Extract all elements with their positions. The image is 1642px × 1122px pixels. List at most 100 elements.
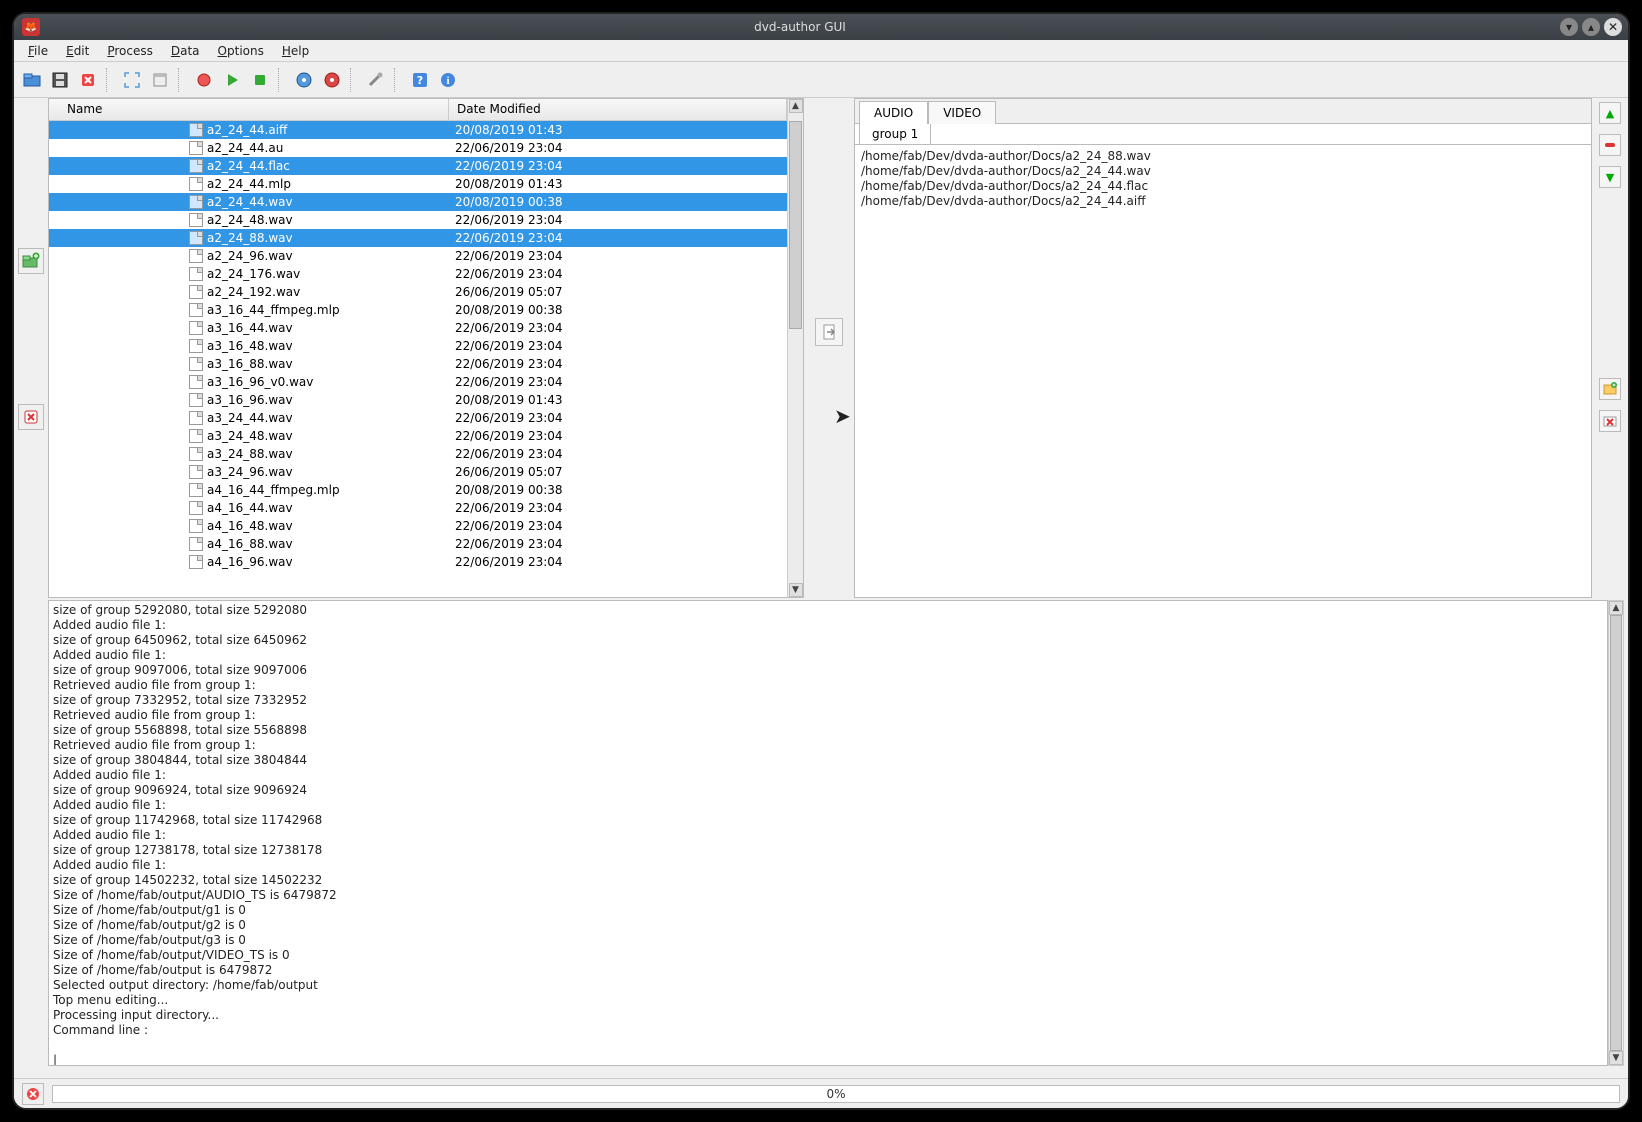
scroll-down-icon[interactable]: ▼ — [789, 583, 803, 597]
file-row[interactable]: a2_24_44.wav20/08/2019 00:38 — [49, 193, 787, 211]
file-row[interactable]: a3_16_96.wav20/08/2019 01:43 — [49, 391, 787, 409]
info-icon[interactable]: i — [436, 68, 460, 92]
file-name: a3_16_44.wav — [207, 321, 293, 335]
group-box: AUDIO VIDEO group 1 /home/fab/Dev/dvda-a… — [854, 98, 1592, 598]
file-row[interactable]: a4_16_96.wav22/06/2019 23:04 — [49, 553, 787, 571]
log-scroll-down-icon[interactable]: ▼ — [1609, 1051, 1623, 1065]
file-row[interactable]: a3_16_88.wav22/06/2019 23:04 — [49, 355, 787, 373]
stop-icon[interactable] — [248, 68, 272, 92]
file-row[interactable]: a3_16_96_v0.wav22/06/2019 23:04 — [49, 373, 787, 391]
minimize-button[interactable]: ▾ — [1560, 18, 1578, 36]
log-line: Retrieved audio file from group 1: — [53, 738, 1603, 753]
menu-edit[interactable]: Edit — [58, 42, 97, 60]
group-file-item[interactable]: /home/fab/Dev/dvda-author/Docs/a2_24_44.… — [861, 194, 1585, 209]
group-file-item[interactable]: /home/fab/Dev/dvda-author/Docs/a2_24_44.… — [861, 164, 1585, 179]
disc-red-icon[interactable] — [320, 68, 344, 92]
save-icon[interactable] — [48, 68, 72, 92]
move-down-button[interactable]: ▼ — [1599, 166, 1621, 188]
play-icon[interactable] — [220, 68, 244, 92]
file-row[interactable]: a2_24_44.mlp20/08/2019 01:43 — [49, 175, 787, 193]
log-scroll-up-icon[interactable]: ▲ — [1609, 601, 1623, 615]
tab-group-1[interactable]: group 1 — [859, 123, 931, 144]
file-row[interactable]: a4_16_44_ffmpeg.mlp20/08/2019 00:38 — [49, 481, 787, 499]
file-icon — [189, 249, 203, 263]
log-line: size of group 5292080, total size 529208… — [53, 603, 1603, 618]
group-file-item[interactable]: /home/fab/Dev/dvda-author/Docs/a2_24_88.… — [861, 149, 1585, 164]
remove-item-button[interactable] — [1599, 134, 1621, 156]
log-scrollbar-thumb[interactable] — [1610, 615, 1622, 1051]
column-name-header[interactable]: Name — [49, 99, 449, 120]
file-scrollbar[interactable]: ▼ — [787, 121, 803, 597]
titlebar[interactable]: 🦊 dvd-author GUI ▾ ▴ ✕ — [14, 14, 1628, 40]
file-row[interactable]: a2_24_44.au22/06/2019 23:04 — [49, 139, 787, 157]
log-output[interactable]: size of group 5292080, total size 529208… — [48, 600, 1608, 1066]
menu-process[interactable]: Process — [99, 42, 161, 60]
move-up-button[interactable]: ▲ — [1599, 102, 1621, 124]
file-row[interactable]: a4_16_48.wav22/06/2019 23:04 — [49, 517, 787, 535]
file-row[interactable]: a2_24_192.wav26/06/2019 05:07 — [49, 283, 787, 301]
file-date: 26/06/2019 05:07 — [449, 285, 787, 299]
file-icon — [189, 429, 203, 443]
file-row[interactable]: a3_16_44.wav22/06/2019 23:04 — [49, 319, 787, 337]
file-row[interactable]: a3_24_44.wav22/06/2019 23:04 — [49, 409, 787, 427]
delete-icon[interactable] — [76, 68, 100, 92]
add-folder-button[interactable] — [18, 248, 44, 274]
remove-button[interactable] — [18, 404, 44, 430]
file-row[interactable]: a3_16_48.wav22/06/2019 23:04 — [49, 337, 787, 355]
file-row[interactable]: a2_24_44.flac22/06/2019 23:04 — [49, 157, 787, 175]
open-icon[interactable] — [20, 68, 44, 92]
column-date-header[interactable]: Date Modified — [449, 99, 787, 120]
window-icon[interactable] — [148, 68, 172, 92]
file-name: a3_24_96.wav — [207, 465, 293, 479]
file-name: a3_24_48.wav — [207, 429, 293, 443]
maximize-button[interactable]: ▴ — [1582, 18, 1600, 36]
delete-group-button[interactable] — [1599, 410, 1621, 432]
new-group-button[interactable] — [1599, 378, 1621, 400]
disc-blue-icon[interactable] — [292, 68, 316, 92]
menu-help[interactable]: Help — [274, 42, 317, 60]
file-row[interactable]: a3_24_96.wav26/06/2019 05:07 — [49, 463, 787, 481]
stop-process-button[interactable] — [22, 1083, 44, 1105]
help-icon[interactable]: ? — [408, 68, 432, 92]
file-row[interactable]: a3_16_44_ffmpeg.mlp20/08/2019 00:38 — [49, 301, 787, 319]
settings-icon[interactable] — [364, 68, 388, 92]
menu-data[interactable]: Data — [163, 42, 208, 60]
file-name: a4_16_48.wav — [207, 519, 293, 533]
file-icon — [189, 285, 203, 299]
close-button[interactable]: ✕ — [1604, 18, 1622, 36]
log-line: Size of /home/fab/output/g1 is 0 — [53, 903, 1603, 918]
file-name: a2_24_96.wav — [207, 249, 293, 263]
tab-audio[interactable]: AUDIO — [859, 101, 928, 124]
group-file-item[interactable]: /home/fab/Dev/dvda-author/Docs/a2_24_44.… — [861, 179, 1585, 194]
file-name: a3_16_48.wav — [207, 339, 293, 353]
file-name: a2_24_88.wav — [207, 231, 293, 245]
file-row[interactable]: a3_24_88.wav22/06/2019 23:04 — [49, 445, 787, 463]
log-line: Size of /home/fab/output/AUDIO_TS is 647… — [53, 888, 1603, 903]
file-icon — [189, 213, 203, 227]
add-to-group-button[interactable] — [815, 318, 843, 346]
file-row[interactable]: a2_24_48.wav22/06/2019 23:04 — [49, 211, 787, 229]
group-file-list[interactable]: /home/fab/Dev/dvda-author/Docs/a2_24_88.… — [855, 145, 1591, 597]
file-row[interactable]: a3_24_48.wav22/06/2019 23:04 — [49, 427, 787, 445]
file-date: 22/06/2019 23:04 — [449, 249, 787, 263]
record-icon[interactable] — [192, 68, 216, 92]
file-row[interactable]: a4_16_44.wav22/06/2019 23:04 — [49, 499, 787, 517]
file-row[interactable]: a2_24_44.aiff20/08/2019 01:43 — [49, 121, 787, 139]
media-tabs: AUDIO VIDEO — [855, 99, 1591, 123]
progress-bar: 0% — [52, 1085, 1620, 1103]
file-row[interactable]: a4_16_88.wav22/06/2019 23:04 — [49, 535, 787, 553]
fullscreen-icon[interactable] — [120, 68, 144, 92]
tab-video[interactable]: VIDEO — [928, 101, 996, 124]
menu-options[interactable]: Options — [210, 42, 272, 60]
log-line: Size of /home/fab/output/g2 is 0 — [53, 918, 1603, 933]
log-line: size of group 6450962, total size 645096… — [53, 633, 1603, 648]
menu-file[interactable]: File — [20, 42, 56, 60]
file-icon — [189, 195, 203, 209]
file-row[interactable]: a2_24_176.wav22/06/2019 23:04 — [49, 265, 787, 283]
log-scrollbar[interactable]: ▲ ▼ — [1608, 600, 1624, 1066]
file-row[interactable]: a2_24_88.wav22/06/2019 23:04 — [49, 229, 787, 247]
scroll-up-icon[interactable]: ▲ — [789, 99, 803, 113]
scrollbar-thumb[interactable] — [789, 121, 802, 329]
file-name: a2_24_44.au — [207, 141, 283, 155]
file-row[interactable]: a2_24_96.wav 22/06/2019 23:04 — [49, 247, 787, 265]
